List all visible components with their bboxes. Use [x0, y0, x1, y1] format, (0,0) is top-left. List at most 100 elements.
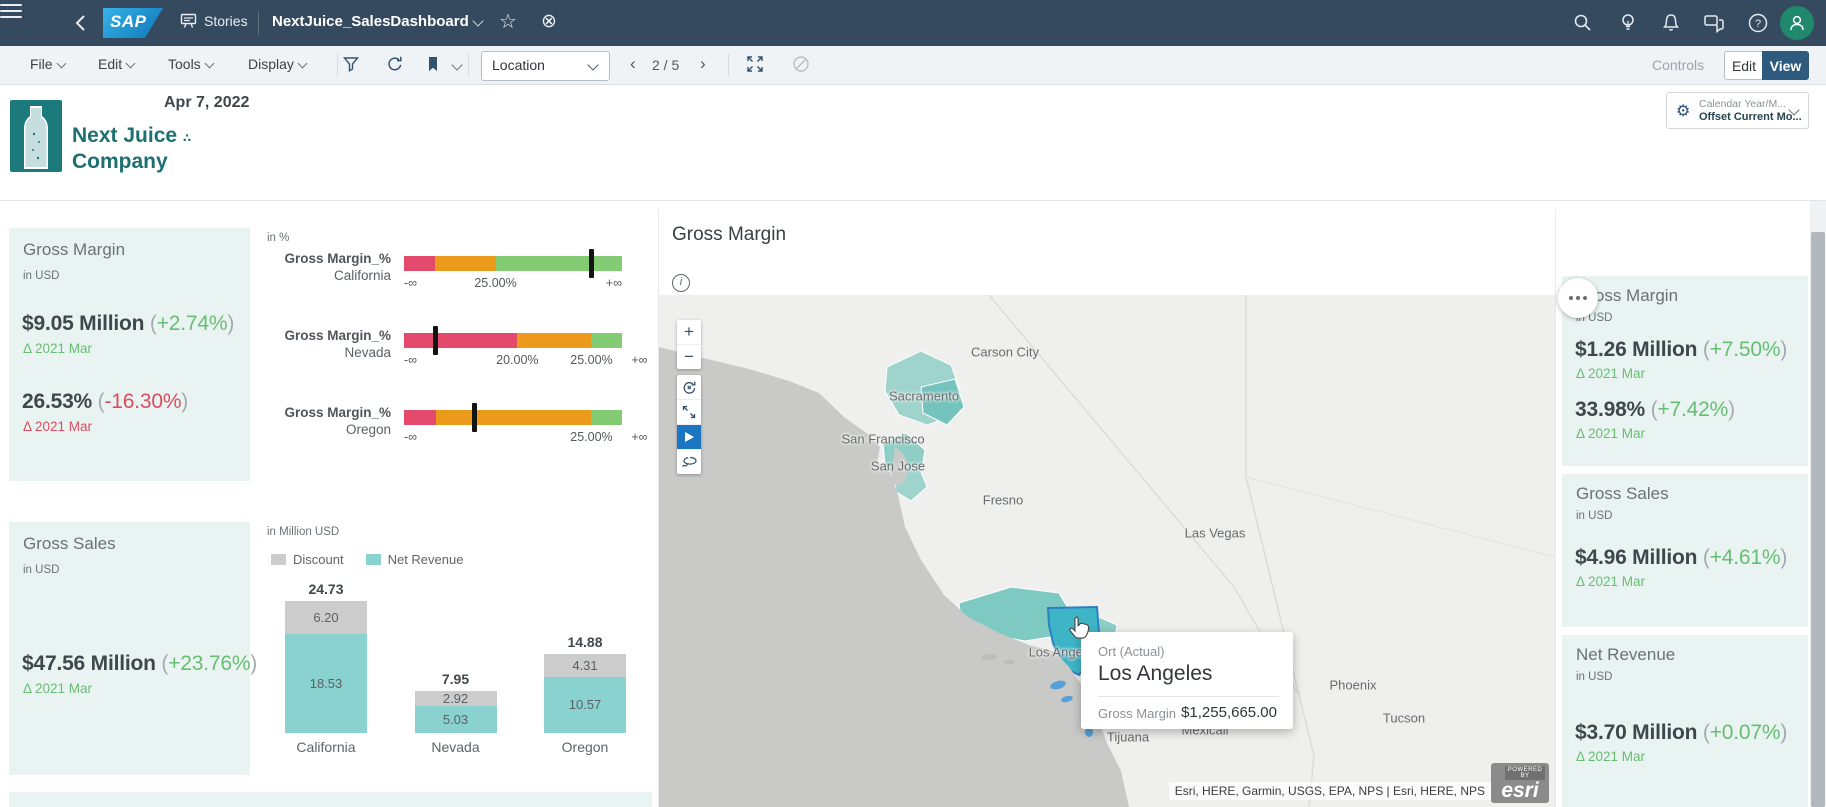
- kpi-value-row: $3.70 Million (+0.07%): [1575, 721, 1787, 745]
- bar-column-nevada[interactable]: 7.95 2.925.03 Nevada: [415, 671, 497, 761]
- insights-lightbulb-icon[interactable]: [1617, 12, 1639, 34]
- menu-hamburger-icon[interactable]: [0, 4, 22, 19]
- bar-column-oregon[interactable]: 14.88 4.3110.57 Oregon: [544, 634, 626, 761]
- kpi-card-right-gross-sales[interactable]: Gross Sales in USD $4.96 Million (+4.61%…: [1562, 474, 1808, 627]
- favorite-star-icon[interactable]: ☆: [499, 9, 517, 34]
- view-mode-button[interactable]: View: [1762, 51, 1809, 80]
- time-filter-control[interactable]: ⚙ Calendar Year/M... Offset Current Mo..…: [1666, 92, 1809, 129]
- lasso-select-icon[interactable]: [677, 450, 701, 474]
- bullet-bar[interactable]: -∞25.00%+∞: [404, 248, 622, 308]
- pan-tool-icon[interactable]: [677, 425, 701, 450]
- bullet-axis-label: 20.00%: [496, 353, 538, 367]
- bullet-range: [517, 333, 591, 348]
- kpi-card-gross-margin[interactable]: Gross Margin in USD $9.05 Million (+2.74…: [9, 228, 250, 481]
- menu-display[interactable]: Display: [248, 56, 306, 72]
- kpi-unit: in USD: [1576, 671, 1612, 683]
- bar-segment-discount[interactable]: 2.92: [415, 691, 497, 707]
- next-page-icon[interactable]: ›: [700, 54, 706, 74]
- bullet-range: [404, 410, 436, 425]
- map-canvas[interactable]: Carson CitySacramentoSan FranciscoSan Jo…: [659, 295, 1555, 807]
- kpi-delta-reference: Δ 2021 Mar: [23, 341, 92, 356]
- back-icon[interactable]: [72, 13, 92, 33]
- legend-swatch: [366, 554, 381, 565]
- bar-segment-net-revenue[interactable]: 5.03: [415, 706, 497, 733]
- story-title[interactable]: NextJuice_SalesDashboard: [272, 13, 469, 30]
- toolbar-separator: [337, 54, 338, 76]
- more-actions-button[interactable]: [1558, 278, 1598, 318]
- bar-column-california[interactable]: 24.73 6.2018.53 California: [285, 581, 367, 761]
- reset-view-icon[interactable]: [677, 375, 701, 400]
- expand-map-icon[interactable]: [677, 400, 701, 425]
- bullet-row-oregon: Gross Margin_%Oregon -∞25.00%+∞: [259, 402, 652, 468]
- bullet-axis-label: 25.00%: [570, 353, 612, 367]
- bullet-range: [435, 256, 496, 271]
- legend-item-net-revenue[interactable]: Net Revenue: [366, 552, 464, 567]
- svg-text:?: ?: [1755, 18, 1761, 30]
- bullet-axis-label: +∞: [631, 430, 647, 444]
- menu-tools[interactable]: Tools: [168, 56, 213, 72]
- kpi-value-row: $1.26 Million (+7.50%): [1575, 338, 1787, 362]
- close-story-icon[interactable]: ⊗: [541, 10, 557, 33]
- kpi-value-row: 33.98% (+7.42%): [1575, 398, 1735, 422]
- kpi-card-right-gross-margin[interactable]: Gross Margin in USD $1.26 Million (+7.50…: [1562, 276, 1808, 466]
- bar-segment-discount[interactable]: 6.20: [285, 601, 367, 634]
- bar-segment-discount[interactable]: 4.31: [544, 654, 626, 677]
- report-date: Apr 7, 2022: [164, 94, 249, 112]
- stories-nav[interactable]: Stories: [180, 12, 248, 29]
- bar-total-label: 7.95: [442, 671, 469, 687]
- menu-edit[interactable]: Edit: [98, 56, 134, 72]
- kpi-value-row: $4.96 Million (+4.61%): [1575, 546, 1787, 570]
- filter-icon[interactable]: [342, 55, 360, 73]
- story-toolbar: File Edit Tools Display Location ‹ 2 / 5…: [0, 46, 1826, 85]
- kpi-delta-reference: Δ 2021 Mar: [23, 419, 92, 434]
- kpi-unit: in USD: [23, 564, 59, 576]
- hand-cursor-icon: [1067, 614, 1091, 640]
- chart-unit-label: in %: [267, 232, 289, 244]
- bar-category-label: Nevada: [431, 739, 479, 761]
- page-indicator: 2 / 5: [652, 57, 679, 73]
- city-label-carson-city: Carson City: [971, 345, 1039, 360]
- menu-file[interactable]: File: [30, 56, 65, 72]
- info-icon[interactable]: i: [672, 274, 690, 292]
- discussions-chat-icon[interactable]: [1703, 12, 1725, 34]
- legend-item-discount[interactable]: Discount: [271, 552, 344, 567]
- edit-mode-button[interactable]: Edit: [1724, 51, 1764, 80]
- fullscreen-icon[interactable]: [746, 55, 764, 73]
- bullet-marker: [472, 403, 477, 432]
- map-controls: + −: [677, 320, 701, 480]
- kpi-card-gross-sales[interactable]: Gross Sales in USD $47.56 Million (+23.7…: [9, 522, 250, 775]
- bookmark-chevron-icon[interactable]: [451, 59, 462, 70]
- user-avatar[interactable]: [1780, 6, 1814, 40]
- bullet-label: Gross Margin_%California: [259, 250, 391, 284]
- bar-segment-net-revenue[interactable]: 18.53: [285, 634, 367, 733]
- zoom-out-button[interactable]: −: [677, 345, 701, 369]
- toolbar-separator: [468, 54, 469, 76]
- bullet-bar[interactable]: -∞20.00%25.00%+∞: [404, 325, 622, 385]
- bar-category-label: California: [296, 739, 355, 761]
- person-icon: [1787, 13, 1807, 33]
- page-dropdown[interactable]: Location: [481, 51, 610, 81]
- story-title-chevron-icon[interactable]: [472, 15, 483, 26]
- city-label-tucson: Tucson: [1383, 711, 1425, 726]
- prev-page-icon[interactable]: ‹: [630, 54, 636, 74]
- zoom-in-button[interactable]: +: [677, 320, 701, 345]
- search-icon[interactable]: [1572, 12, 1594, 34]
- bar-segment-net-revenue[interactable]: 10.57: [544, 677, 626, 733]
- bullet-axis-label: -∞: [404, 353, 417, 367]
- stacked-bar-chart-panel: in Million USD Discount Net Revenue 24.7…: [259, 522, 652, 775]
- scrollbar-thumb[interactable]: [1811, 232, 1825, 807]
- kpi-value-row: 26.53% (-16.30%): [22, 390, 188, 414]
- city-label-fresno: Fresno: [983, 493, 1023, 508]
- filter-selected-value: Offset Current Mo...: [1699, 111, 1802, 123]
- next-row-panel-edge: [9, 792, 652, 807]
- help-icon[interactable]: ?: [1747, 12, 1769, 34]
- notifications-bell-icon[interactable]: [1660, 12, 1682, 34]
- sap-logo: SAP: [103, 8, 163, 38]
- bullet-bar[interactable]: -∞25.00%+∞: [404, 402, 622, 462]
- kpi-card-right-net-revenue[interactable]: Net Revenue in USD $3.70 Million (+0.07%…: [1562, 635, 1808, 807]
- bookmark-icon[interactable]: [424, 55, 442, 73]
- map-tooltip: Ort (Actual) Los Angeles Gross Margin $1…: [1081, 632, 1293, 729]
- esri-logo: POWERED BY esri: [1491, 763, 1549, 803]
- bullet-axis-label: +∞: [631, 353, 647, 367]
- refresh-icon[interactable]: [386, 55, 404, 73]
